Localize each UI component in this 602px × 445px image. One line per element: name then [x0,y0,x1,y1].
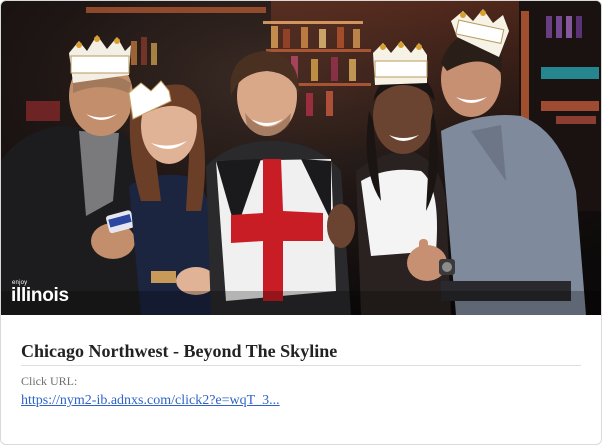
photo-scene [1,1,601,315]
enjoy-illinois-logo: enjoy illinois [11,280,69,305]
logo-big-text: illinois [11,285,69,306]
click-url-label: Click URL: [21,374,78,388]
ad-headline[interactable]: Chicago Northwest - Beyond The Skyline [21,340,581,362]
ad-image[interactable]: enjoy illinois [1,1,601,315]
divider [21,365,581,366]
ad-card: enjoy illinois Chicago Northwest - Beyon… [0,0,602,445]
click-url-link[interactable]: https://nym2-ib.adnxs.com/click2?e=wqT_3… [21,392,280,410]
